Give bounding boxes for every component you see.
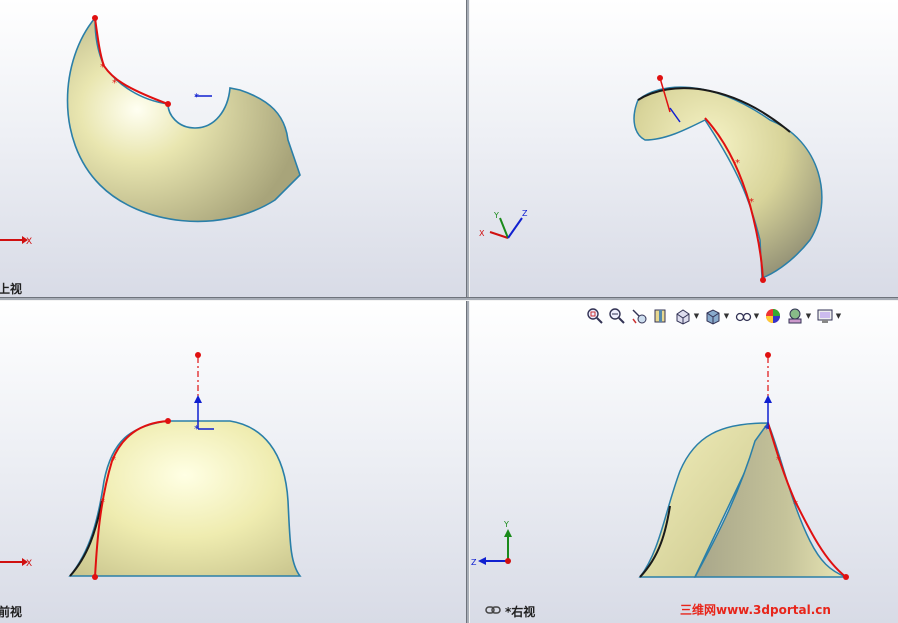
- svg-text:*: *: [749, 197, 754, 208]
- right-view-graphics: * * * Y Z: [471, 352, 849, 580]
- viewport-splitter-vertical[interactable]: [466, 0, 470, 623]
- axis-x-label: X: [479, 229, 485, 238]
- view-label: 前视: [0, 605, 23, 619]
- svg-text:*: *: [194, 92, 199, 103]
- apply-scene-icon[interactable]: [786, 307, 804, 325]
- sketch-point: [92, 574, 98, 580]
- svg-text:*: *: [100, 62, 105, 73]
- sketch-point: [760, 277, 766, 283]
- view-orientation-icon[interactable]: [674, 307, 692, 325]
- chevron-down-icon[interactable]: ▼: [805, 307, 812, 325]
- heads-up-view-toolbar: ▼ ▼ ▼ ▼ ▼: [586, 307, 846, 325]
- chevron-down-icon[interactable]: ▼: [835, 307, 842, 325]
- surface-body: [633, 86, 823, 280]
- hide-show-items-icon[interactable]: [734, 307, 752, 325]
- viewport-right-view[interactable]: * * * Y Z: [470, 301, 898, 623]
- view-label: *右视: [505, 605, 536, 619]
- axis-z-label: Z: [471, 558, 477, 567]
- viewport-isometric-view[interactable]: * * X Y Z: [470, 0, 898, 297]
- axis-y-label: Y: [503, 520, 509, 529]
- svg-text:*: *: [764, 424, 769, 435]
- svg-text:*: *: [112, 78, 117, 89]
- sketch-point: [92, 15, 98, 21]
- display-style-icon[interactable]: [704, 307, 722, 325]
- link-views-icon[interactable]: [485, 604, 501, 616]
- svg-text:*: *: [194, 424, 199, 435]
- chevron-down-icon[interactable]: ▼: [723, 307, 730, 325]
- viewport-top-view[interactable]: * * * X 上视: [0, 0, 466, 297]
- svg-text:*: *: [100, 497, 105, 508]
- axis-z-label: Z: [522, 209, 528, 218]
- sketch-point: [765, 352, 771, 358]
- svg-text:*: *: [111, 455, 116, 466]
- iso-view-graphics: * * X Y Z: [479, 75, 823, 283]
- svg-text:*: *: [735, 158, 740, 169]
- zoom-to-fit-icon[interactable]: [586, 307, 604, 325]
- surface-body: [66, 15, 301, 223]
- front-view-graphics: * * * X: [0, 352, 302, 580]
- sketch-point: [165, 101, 171, 107]
- chevron-down-icon[interactable]: ▼: [753, 307, 760, 325]
- axis-x-label: X: [26, 237, 32, 247]
- sketch-point: [657, 75, 663, 81]
- viewport-splitter-horizontal[interactable]: [0, 297, 898, 301]
- axis-x-label: X: [26, 559, 32, 569]
- sketch-point: [195, 352, 201, 358]
- top-view-graphics: * * * X: [0, 15, 301, 247]
- view-label: 上视: [0, 282, 23, 296]
- chevron-down-icon[interactable]: ▼: [693, 307, 700, 325]
- view-settings-icon[interactable]: [816, 307, 834, 325]
- zoom-to-area-icon[interactable]: [608, 307, 626, 325]
- sketch-point: [843, 574, 849, 580]
- viewport-front-view[interactable]: * * * X 前视: [0, 301, 466, 623]
- edit-appearance-icon[interactable]: [764, 307, 782, 325]
- svg-text:*: *: [793, 499, 798, 510]
- section-view-icon[interactable]: [652, 307, 670, 325]
- watermark: 三维网www.3dportal.cn: [680, 603, 831, 617]
- previous-view-icon[interactable]: [630, 307, 648, 325]
- sketch-point: [165, 418, 171, 424]
- viewport-grid: * * * X 上视 * * X Y Z * * * X 前视 * * * Y …: [0, 0, 898, 623]
- svg-text:*: *: [776, 455, 781, 466]
- axis-y-label: Y: [493, 211, 499, 220]
